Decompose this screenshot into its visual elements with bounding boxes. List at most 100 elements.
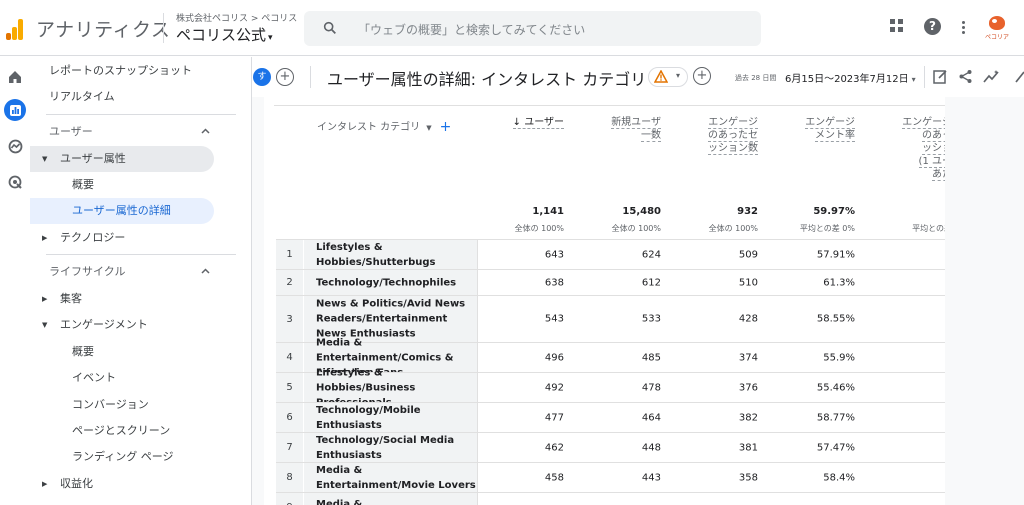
row-number: 9 [276,493,303,505]
user-avatar[interactable]: す [253,68,271,86]
caret-right-icon: ▶ [42,234,48,242]
table-row[interactable]: 5Lifestyles & Hobbies/Business Professio… [276,367,945,408]
nav-group-monetization[interactable]: ▶ 収益化 [30,471,252,497]
insights-icon[interactable] [983,69,1000,84]
nav-item-engagement-overview[interactable]: 概要 [30,339,252,365]
nav-item-user-attributes-detail[interactable]: ユーザー属性の詳細 [30,198,214,224]
metric-cell: 0 [860,249,945,260]
add-filter-button[interactable]: + [693,67,711,85]
search-input[interactable]: 「ウェブの概要」と検索してみてください [304,11,761,46]
property-selector[interactable]: ペコリス公式 ▾ [176,24,273,45]
nav-section-lifecycle[interactable]: ライフサイクル [30,259,252,285]
reports-icon[interactable] [4,99,26,121]
metric-cell: 0 [860,412,945,423]
apps-grid-icon[interactable] [890,19,904,33]
share-icon[interactable] [958,69,973,84]
table-row[interactable]: 8 Media & Entertainment/Movie Lovers 458 44… [276,462,945,492]
nav-label: ユーザー属性 [60,152,126,165]
metric-header[interactable]: ↓ ユーザー [472,116,564,129]
interest-category: Technology/Mobile Enthusiasts [316,404,421,431]
nav-section-user[interactable]: ユーザー [30,119,252,145]
row-dimension-cell: Technology/Technophiles [304,270,478,295]
nav-group-technology[interactable]: ▶ テクノロジー [30,225,252,251]
nav-label: 集客 [60,292,82,305]
report-nav-sidebar: レポートのスナップショット リアルタイム ユーザー ▼ ユーザー属性 概要 ユーザ… [30,57,252,505]
edit-icon[interactable] [1014,69,1024,84]
metric-header-label: エンゲージ メント率 [805,117,855,142]
right-gutter [945,97,963,505]
nav-item-pages-screens[interactable]: ページとスクリーン [30,418,252,444]
metric-cell: 464 [641,412,661,423]
top-bar: アナリティクス 株式会社ペコリス > ペコリス ペコリス公式 ▾ 「ウェブの概要」… [0,0,1024,56]
table-row[interactable]: 2 Technology/Technophiles 638 612 510 61.3% 0 [276,269,945,295]
metric-header-label: ↓ ユーザー [512,117,564,129]
metric-header[interactable]: エンゲージ メント率 [763,116,855,142]
row-dimension-cell: Technology/Mobile Enthusiasts [304,403,478,432]
metric-cell: 612 [641,277,661,288]
nav-reports-snapshot[interactable]: レポートのスナップショット [30,58,252,84]
row-number: 5 [276,373,303,402]
row-dimension-cell: Lifestyles & Hobbies/Shutterbugs [304,240,478,269]
metric-cell: 533 [641,313,661,325]
row-number: 1 [276,240,303,269]
table-row[interactable]: 6 Technology/Mobile Enthusiasts 477 464 382 5… [276,402,945,432]
table-row[interactable]: 9 Media & Entertainment/Book [276,492,945,505]
metric-cell: 543 [544,313,564,325]
explore-icon[interactable] [4,135,26,157]
app-name[interactable]: アナリティクス [36,15,170,42]
dimension-header[interactable]: インタレスト カテゴリ ▼ + [317,118,452,135]
metric-cell: 0 [860,442,945,453]
interest-category: Technology/Social Media Enthusiasts [316,434,455,461]
metric-cell: 624 [641,249,661,260]
search-placeholder: 「ウェブの概要」と検索してみてください [358,23,586,37]
divider [924,66,925,88]
metric-header[interactable]: エンゲージ のあったセ ッション数 [666,116,758,155]
divider [163,13,164,43]
customize-report-icon[interactable] [933,69,948,84]
metric-header[interactable]: 新規ユーザ 一数 [569,116,661,142]
total-value: 0 [860,206,945,217]
nav-group-user-attributes[interactable]: ▼ ユーザー属性 [30,146,214,172]
metric-cell: 496 [544,352,564,363]
add-comparison-button[interactable]: + [276,68,294,86]
metric-header-label: 新規ユーザ 一数 [611,117,661,142]
metric-cell: 485 [641,352,661,363]
date-range-label: 過去 28 日間 [735,74,777,82]
nav-item-events[interactable]: イベント [30,365,252,391]
data-quality-button[interactable]: ▾ [648,67,688,87]
help-icon[interactable]: ? [924,18,941,35]
divider [310,66,311,88]
nav-item-landing-page[interactable]: ランディング ページ [30,444,252,470]
property-name: ペコリス公式 [176,26,267,44]
table-row[interactable]: 7 Technology/Social Media Enthusiasts 462 4… [276,432,945,462]
nav-item-conversions[interactable]: コンバージョン [30,392,252,418]
row-number: 3 [276,296,303,342]
row-dimension-cell: Media & Entertainment/Movie Lovers [304,463,478,492]
date-range-picker[interactable]: 6月15日〜2023年7月12日 ▾ [785,70,916,85]
analytics-logo-icon[interactable] [6,18,24,40]
nav-realtime[interactable]: リアルタイム [30,84,252,110]
metric-header[interactable]: エンゲージ のあっ ッショ (1 ユー あた [860,116,945,181]
brand-text: ペコリア [984,34,1009,41]
total-value: 15,480 [622,206,661,217]
nav-group-engagement[interactable]: ▼ エンゲージメント [30,312,252,338]
home-icon[interactable] [4,66,26,88]
account-breadcrumb[interactable]: 株式会社ペコリス > ペコリス [176,11,297,24]
table-row[interactable]: 1 Lifestyles & Hobbies/Shutterbugs 643 624 5… [276,239,945,269]
nav-group-acquisition[interactable]: ▶ 集客 [30,286,252,312]
report-table: インタレスト カテゴリ ▼ + ↓ ユーザー 新規ユーザ 一数 エンゲージ のあったセ … [264,97,945,505]
more-vert-icon[interactable] [962,21,966,36]
add-dimension-icon[interactable]: + [440,119,452,135]
metric-cell: 0 [860,277,945,288]
report-title: ユーザー属性の詳細: インタレスト カテゴリ [327,70,647,89]
chevron-down-icon: ▼ [426,124,432,132]
advertising-icon[interactable] [4,171,26,193]
metric-cell: 643 [544,249,564,260]
nav-item-overview[interactable]: 概要 [30,172,252,198]
nav-label: エンゲージメント [60,318,148,331]
metric-cell: 58.77% [816,412,855,423]
metric-cell: 55.46% [816,382,855,393]
metric-cell: 61.3% [823,277,855,288]
account-avatar[interactable]: ペコリア [984,16,1010,41]
metric-cell: 58.55% [816,313,855,325]
